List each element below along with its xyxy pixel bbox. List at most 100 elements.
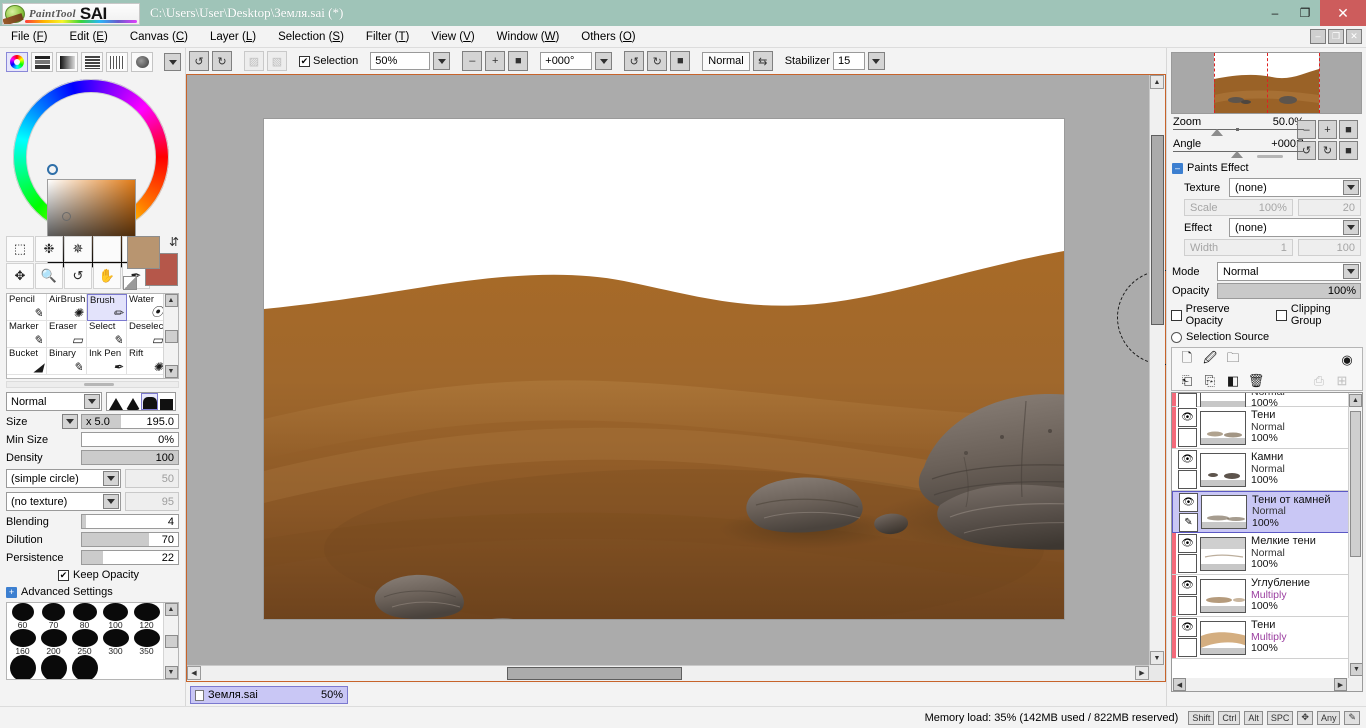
layer-visibility-toggle[interactable]: 👁 — [1178, 450, 1197, 469]
layer-list-horizontal-scrollbar[interactable]: ◀ ▶ — [1172, 678, 1362, 691]
table-row[interactable]: 👁 Тени Multiply 100% — [1172, 617, 1362, 659]
table-row[interactable]: 👁 Углубление Multiply 100% — [1172, 575, 1362, 617]
menu-others[interactable]: Others (O) — [570, 29, 646, 45]
keep-opacity-row[interactable]: ✔ Keep Opacity — [58, 569, 179, 581]
chevron-down-icon[interactable] — [1343, 264, 1359, 279]
blending-slider[interactable]: 4 — [81, 514, 179, 529]
brush-binary[interactable]: Binary ✎ — [47, 348, 87, 375]
color-wheel-mode-button[interactable] — [6, 52, 28, 72]
window-minimize-button[interactable]: – — [1260, 0, 1290, 26]
edge-shape-square[interactable] — [158, 393, 175, 410]
selection-source-radio[interactable] — [1171, 331, 1182, 343]
menu-selection[interactable]: Selection (S) — [267, 29, 355, 45]
collapse-minus-icon[interactable]: – — [1172, 162, 1183, 174]
brush-scroll-thumb[interactable] — [164, 329, 178, 343]
layer-list-vertical-scrollbar[interactable]: ▲ ▼ — [1348, 393, 1362, 691]
brush-ink-pen[interactable]: Ink Pen ✒ — [87, 348, 127, 375]
lasso-tool[interactable]: ❉ — [35, 236, 63, 262]
canvas-scroll-down-button[interactable]: ▼ — [1150, 651, 1164, 665]
edge-shape-soft[interactable] — [124, 393, 141, 410]
size-preset-70[interactable]: 70 — [38, 603, 69, 629]
hsv-slider-mode-button[interactable] — [56, 52, 78, 72]
canvas-vscroll-thumb[interactable] — [1151, 135, 1164, 325]
new-layer-set-button[interactable]: 🗀 — [1223, 350, 1243, 369]
layer-list[interactable]: 👁 Трещины Normal 100% 👁 Тени Normal — [1171, 392, 1363, 692]
preset-scroll-up-button[interactable]: ▲ — [164, 603, 178, 616]
layer-scroll-thumb[interactable] — [1350, 411, 1361, 557]
size-preset-450[interactable] — [38, 655, 69, 679]
layer-lock-toggle[interactable] — [1178, 470, 1197, 489]
preset-scroll-down-button[interactable]: ▼ — [164, 666, 178, 679]
size-preset-250[interactable]: 250 — [69, 629, 100, 655]
rgb-slider-mode-button[interactable] — [31, 52, 53, 72]
delete-layer-button[interactable]: 🗑 — [1246, 371, 1266, 390]
menu-edit[interactable]: Edit (E) — [58, 29, 118, 45]
layer-visibility-toggle[interactable]: 👁 — [1178, 408, 1197, 427]
selection-checkbox[interactable]: ✔ — [299, 55, 310, 67]
size-preset-160[interactable]: 160 — [7, 629, 38, 655]
preserve-opacity-checkbox[interactable] — [1171, 309, 1182, 321]
flip-mode-field[interactable]: Normal — [702, 51, 750, 71]
hand-tool[interactable]: ✋ — [93, 263, 121, 289]
canvas-artwork[interactable] — [264, 119, 1064, 619]
new-layer-button[interactable]: 🗋 — [1177, 350, 1197, 369]
rotate-ccw-button[interactable]: ↺ — [624, 51, 645, 71]
size-preset-500[interactable] — [69, 655, 100, 679]
zoom-out-button[interactable]: – — [462, 51, 483, 71]
edge-shape-round[interactable] — [141, 393, 158, 410]
selection-toggle[interactable]: ✔ Selection — [299, 55, 358, 67]
layer-hscroll-right-button[interactable]: ▶ — [1334, 678, 1347, 691]
magic-wand-tool[interactable]: ✵ — [64, 236, 92, 262]
canvas-horizontal-scrollbar[interactable]: ◀ ▶ — [187, 665, 1149, 681]
hue-cursor-icon[interactable] — [47, 164, 58, 175]
expand-plus-icon[interactable]: + — [6, 586, 17, 598]
rotate-tool[interactable]: ↺ — [64, 263, 92, 289]
layer-mode-select[interactable]: Normal — [1217, 262, 1361, 281]
layer-mask-button[interactable]: ◉ — [1337, 350, 1357, 369]
navigator-preview[interactable] — [1171, 52, 1362, 114]
zoom-value-field[interactable]: 50% — [370, 52, 431, 70]
window-maximize-button[interactable]: ❐ — [1290, 0, 1320, 26]
preset-scroll-thumb[interactable] — [164, 634, 178, 648]
brush-scroll-down-button[interactable]: ▼ — [164, 365, 178, 378]
size-preset-80[interactable]: 80 — [69, 603, 100, 629]
chevron-down-icon[interactable] — [103, 471, 119, 486]
brush-airbrush[interactable]: AirBrush ✺ — [47, 294, 87, 321]
menu-layer[interactable]: Layer (L) — [199, 29, 267, 45]
size-slider[interactable]: x 5.0 195.0 — [81, 414, 179, 429]
scratchpad-mode-button[interactable] — [131, 52, 153, 72]
menu-file[interactable]: File (F) — [0, 29, 58, 45]
color-panel-menu-button[interactable] — [164, 53, 181, 71]
brush-pencil[interactable]: Pencil ✎ — [7, 294, 47, 321]
zoom-in-button[interactable]: + — [485, 51, 506, 71]
dilution-slider[interactable]: 70 — [81, 532, 179, 547]
mdi-minimize-button[interactable]: – — [1310, 29, 1326, 44]
layer-visibility-toggle[interactable]: 👁 — [1178, 576, 1197, 595]
menu-canvas[interactable]: Canvas (C) — [119, 29, 199, 45]
edge-shape-sharp[interactable] — [107, 393, 124, 410]
layer-opacity-slider[interactable]: 100% — [1217, 283, 1361, 299]
size-preset-120[interactable]: 120 — [131, 603, 162, 629]
brush-brush[interactable]: Brush ✏ — [87, 294, 127, 321]
flip-horizontal-button[interactable]: ⇆ — [752, 51, 773, 71]
chevron-down-icon[interactable] — [1343, 180, 1359, 195]
new-linework-layer-button[interactable]: 🖉 — [1200, 350, 1220, 369]
rect-select-tool[interactable]: ⬚ — [6, 236, 34, 262]
canvas-hscroll-thumb[interactable] — [507, 667, 682, 680]
redo-button[interactable]: ↻ — [212, 51, 232, 71]
brush-water[interactable]: Water ⦿ — [127, 294, 167, 321]
sv-cursor-icon[interactable] — [62, 212, 71, 221]
table-row[interactable]: 👁 ✎ Тени от камней Normal 100% — [1172, 491, 1362, 533]
nav-zoom-reset-button[interactable]: ■ — [1339, 120, 1358, 139]
transparency-swatch[interactable] — [123, 276, 137, 290]
mdi-close-button[interactable]: ✕ — [1346, 29, 1362, 44]
clipping-group-checkbox[interactable] — [1276, 309, 1287, 321]
brush-rift[interactable]: Rift ✺ — [127, 348, 167, 375]
merge-down-button[interactable]: ⎗ — [1177, 371, 1197, 390]
swap-colors-icon[interactable]: ⇵ — [169, 235, 179, 249]
keep-opacity-checkbox[interactable]: ✔ — [58, 569, 69, 581]
chevron-down-icon[interactable] — [1343, 220, 1359, 235]
zoom-tool[interactable]: 🔍 — [35, 263, 63, 289]
rotate-cw-button[interactable]: ↻ — [647, 51, 668, 71]
size-preset-scrollbar[interactable]: ▲ ▼ — [163, 603, 178, 679]
